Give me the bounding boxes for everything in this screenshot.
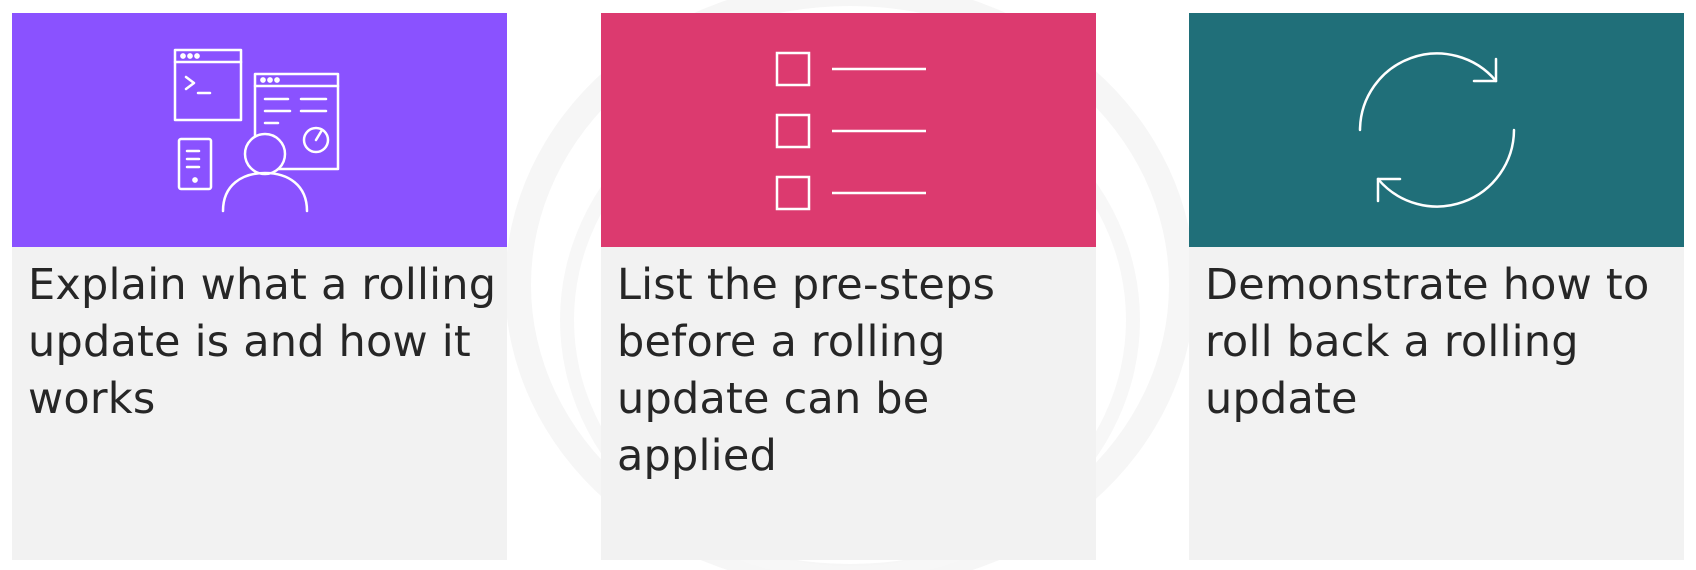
objective-text-1: Explain what a rolling update is and how…: [28, 260, 497, 424]
card-header-1: [12, 13, 507, 247]
checklist-icon: [769, 45, 929, 215]
objective-card-1: Explain what a rolling update is and how…: [12, 13, 507, 560]
refresh-cycle-icon: [1352, 45, 1522, 215]
card-header-3: [1189, 13, 1684, 247]
objective-card-2: List the pre-steps before a rolling upda…: [601, 13, 1096, 560]
objectives-slide: Explain what a rolling update is and how…: [0, 0, 1696, 570]
developer-dashboard-icon: [170, 45, 350, 215]
card-header-2: [601, 13, 1096, 247]
objective-text-3: Demonstrate how to roll back a rolling u…: [1205, 260, 1650, 424]
objective-card-3: Demonstrate how to roll back a rolling u…: [1189, 13, 1684, 560]
objective-text-2: List the pre-steps before a rolling upda…: [617, 260, 996, 481]
